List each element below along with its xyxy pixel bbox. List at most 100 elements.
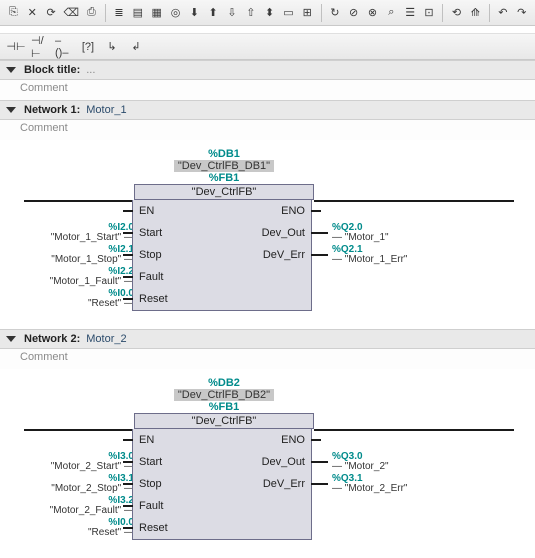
network-body[interactable]: %DB2 "Dev_CtrlFB_DB2" %FB1 "Dev_CtrlFB" … [0,369,535,558]
signal-name: "Motor_2_Fault" — [50,506,134,517]
icon-btn-26[interactable]: ↷ [514,3,529,23]
block-title-bar[interactable]: Block title: ... [0,60,535,80]
fb-port-reset[interactable]: Reset [133,517,174,539]
signal-name: "Reset" — [88,299,134,310]
icon-btn-3[interactable]: ⟳ [44,3,59,23]
network-title[interactable]: Motor_2 [86,333,126,345]
open-contact-icon[interactable]: ⊣⊢ [6,37,26,57]
db-address: %DB1 [134,148,314,160]
signal-name: — "Motor_1_Err" [332,255,407,266]
network-comment[interactable]: Comment [0,349,535,369]
icon-btn-1[interactable]: ⎘ [6,3,21,23]
output-signal[interactable]: %Q3.1— "Motor_2_Err" [324,473,524,495]
download-icon[interactable]: ⬇ [187,3,202,23]
icon-btn-16[interactable]: ⊞ [300,3,315,23]
input-signal-labels: %I3.0"Motor_2_Start" —%I3.1"Motor_2_Stop… [24,451,142,539]
fb-block[interactable]: ENStartStopFaultReset ENODev_OutDeV_Err [132,200,312,311]
fb-port-dev_err[interactable]: DeV_Err [257,473,311,495]
detail-view-icon[interactable]: ▦ [149,3,164,23]
fb-instance-header: %DB2 "Dev_CtrlFB_DB2" %FB1 [134,377,314,413]
fb-port-en[interactable]: EN [133,200,160,222]
icon-btn-14[interactable]: ⬍ [262,3,277,23]
output-signal[interactable]: %Q2.0— "Motor_1" [324,222,524,244]
upload-icon[interactable]: ⬆ [206,3,221,23]
icon-btn-24[interactable]: ⟰ [468,3,483,23]
collapse-caret-icon[interactable] [6,336,16,342]
close-branch-icon[interactable]: ↲ [126,37,146,57]
icon-btn-21[interactable]: ☰ [403,3,418,23]
fb-port-fault[interactable]: Fault [133,266,169,288]
go-online-icon[interactable]: ↻ [327,3,342,23]
power-rail-in [24,429,134,431]
db-name[interactable]: "Dev_CtrlFB_DB1" [174,160,274,172]
icon-btn-15[interactable]: ▭ [281,3,296,23]
signal-name: "Motor_1_Fault" — [50,277,134,288]
icon-btn-13[interactable]: ⇧ [243,3,258,23]
power-rail-out [314,200,514,202]
fb-block[interactable]: ENStartStopFaultReset ENODev_OutDeV_Err [132,429,312,540]
fb-port-fault[interactable]: Fault [133,495,169,517]
network-title[interactable]: Motor_1 [86,104,126,116]
fb-name[interactable]: "Dev_CtrlFB" [134,413,314,429]
coil-icon[interactable]: –()– [54,37,74,57]
icon-btn-22[interactable]: ⊡ [422,3,437,23]
fb-port-stop[interactable]: Stop [133,244,168,266]
open-branch-icon[interactable]: ↳ [102,37,122,57]
fb-name[interactable]: "Dev_CtrlFB" [134,184,314,200]
go-offline-icon[interactable]: ⊘ [346,3,361,23]
icon-btn-4[interactable]: ⌫ [62,3,80,23]
icon-btn-9[interactable]: ◎ [168,3,183,23]
fb-port-start[interactable]: Start [133,451,168,473]
fb-port-dev_err[interactable]: DeV_Err [257,244,311,266]
output-signal[interactable]: %Q2.1— "Motor_1_Err" [324,244,524,266]
collapse-caret-icon[interactable] [6,107,16,113]
signal-name: — "Motor_2" [332,462,389,473]
signal-name: "Motor_2_Start" — [51,462,134,473]
network-header-bar[interactable]: Network 2: Motor_2 [0,329,535,349]
icon-btn-19[interactable]: ⊗ [365,3,380,23]
fb-address: %FB1 [134,401,314,413]
block-title-label: Block title: [24,64,80,76]
signal-name: "Motor_2_Stop" — [51,484,134,495]
toolbar-gap [0,26,535,34]
box-icon[interactable]: [?] [78,37,98,57]
separator [489,4,490,22]
icon-btn-20[interactable]: ⌕ [384,3,399,23]
output-signal[interactable]: %Q3.0— "Motor_2" [324,451,524,473]
signal-name: "Motor_1_Stop" — [51,255,134,266]
ladder-rung: %I2.0"Motor_1_Start" —%I2.1"Motor_1_Stop… [24,200,527,311]
fb-port-dev_out[interactable]: Dev_Out [256,451,311,473]
signal-name: — "Motor_2_Err" [332,484,407,495]
db-name[interactable]: "Dev_CtrlFB_DB2" [174,389,274,401]
icon-btn-12[interactable]: ⇩ [225,3,240,23]
fb-port-reset[interactable]: Reset [133,288,174,310]
fb-address: %FB1 [134,172,314,184]
network-comment[interactable]: Comment [0,120,535,140]
fb-port-en[interactable]: EN [133,429,160,451]
closed-contact-icon[interactable]: ⊣/⊢ [30,37,50,57]
fb-port-stop[interactable]: Stop [133,473,168,495]
block-comment[interactable]: Comment [0,80,535,100]
icon-btn-5[interactable]: ⎙ [84,3,99,23]
fb-port-dev_out[interactable]: Dev_Out [256,222,311,244]
input-signal-labels: %I2.0"Motor_1_Start" —%I2.1"Motor_1_Stop… [24,222,142,310]
db-address: %DB2 [134,377,314,389]
list-view-icon[interactable]: ≣ [112,3,127,23]
icon-btn-25[interactable]: ↶ [495,3,510,23]
network-number: Network 2: [24,333,80,345]
network-number: Network 1: [24,104,80,116]
lad-toolbar[interactable]: ⊣⊢ ⊣/⊢ –()– [?] ↳ ↲ [0,34,535,60]
block-title-value[interactable]: ... [86,64,95,76]
network-header-bar[interactable]: Network 1: Motor_1 [0,100,535,120]
collapse-caret-icon[interactable] [6,67,16,73]
icon-btn-2[interactable]: ✕ [25,3,40,23]
fb-port-start[interactable]: Start [133,222,168,244]
fb-port-eno[interactable]: ENO [275,200,311,222]
tile-view-icon[interactable]: ▤ [130,3,145,23]
main-toolbar[interactable]: ⎘ ✕ ⟳ ⌫ ⎙ ≣ ▤ ▦ ◎ ⬇ ⬆ ⇩ ⇧ ⬍ ▭ ⊞ ↻ ⊘ ⊗ ⌕ … [0,0,535,26]
network-body[interactable]: %DB1 "Dev_CtrlFB_DB1" %FB1 "Dev_CtrlFB" … [0,140,535,329]
separator [105,4,106,22]
fb-port-eno[interactable]: ENO [275,429,311,451]
icon-btn-23[interactable]: ⟲ [449,3,464,23]
signal-name: "Reset" — [88,528,134,539]
